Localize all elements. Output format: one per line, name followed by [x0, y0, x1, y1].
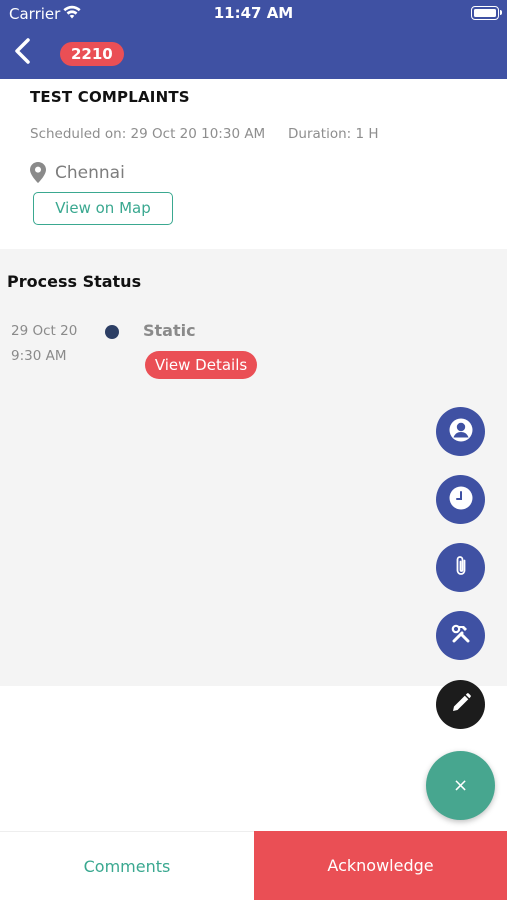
- paperclip-icon: [448, 553, 474, 583]
- process-status-title: Process Status: [7, 272, 142, 291]
- clock-time: 11:47 AM: [213, 4, 294, 22]
- edit-fab-button[interactable]: [436, 680, 485, 729]
- duration-text: Duration: 1 H: [288, 126, 379, 142]
- step-time: 9:30 AM: [11, 348, 67, 364]
- ticket-number-badge: 2210: [60, 42, 124, 66]
- tools-fab-button[interactable]: [436, 611, 485, 660]
- pencil-icon: [449, 691, 473, 719]
- timeline-dot: [105, 325, 119, 339]
- attachment-fab-button[interactable]: [436, 543, 485, 592]
- view-on-map-button[interactable]: View on Map: [33, 192, 173, 225]
- battery-icon: [471, 6, 502, 20]
- user-fab-button[interactable]: [436, 407, 485, 456]
- location-pin-icon: [30, 162, 46, 187]
- step-label: Static: [143, 321, 196, 340]
- step-date: 29 Oct 20: [11, 323, 78, 339]
- complaint-title: TEST COMPLAINTS: [30, 88, 190, 106]
- clock-fab-button[interactable]: [436, 475, 485, 524]
- close-fab-button[interactable]: ×: [426, 751, 495, 820]
- back-chevron-icon[interactable]: [12, 38, 34, 64]
- header-bar: Carrier 11:47 AM 2210: [0, 0, 507, 79]
- scheduled-text: Scheduled on: 29 Oct 20 10:30 AM: [30, 126, 266, 142]
- tools-icon: [448, 621, 474, 651]
- close-icon: ×: [452, 775, 469, 796]
- comments-button[interactable]: Comments: [0, 831, 254, 900]
- acknowledge-button[interactable]: Acknowledge: [254, 831, 507, 900]
- user-icon: [448, 417, 474, 447]
- process-status-panel: [0, 249, 507, 686]
- clock-icon: [448, 485, 474, 515]
- location-text: Chennai: [55, 163, 125, 183]
- view-details-button[interactable]: View Details: [145, 351, 257, 379]
